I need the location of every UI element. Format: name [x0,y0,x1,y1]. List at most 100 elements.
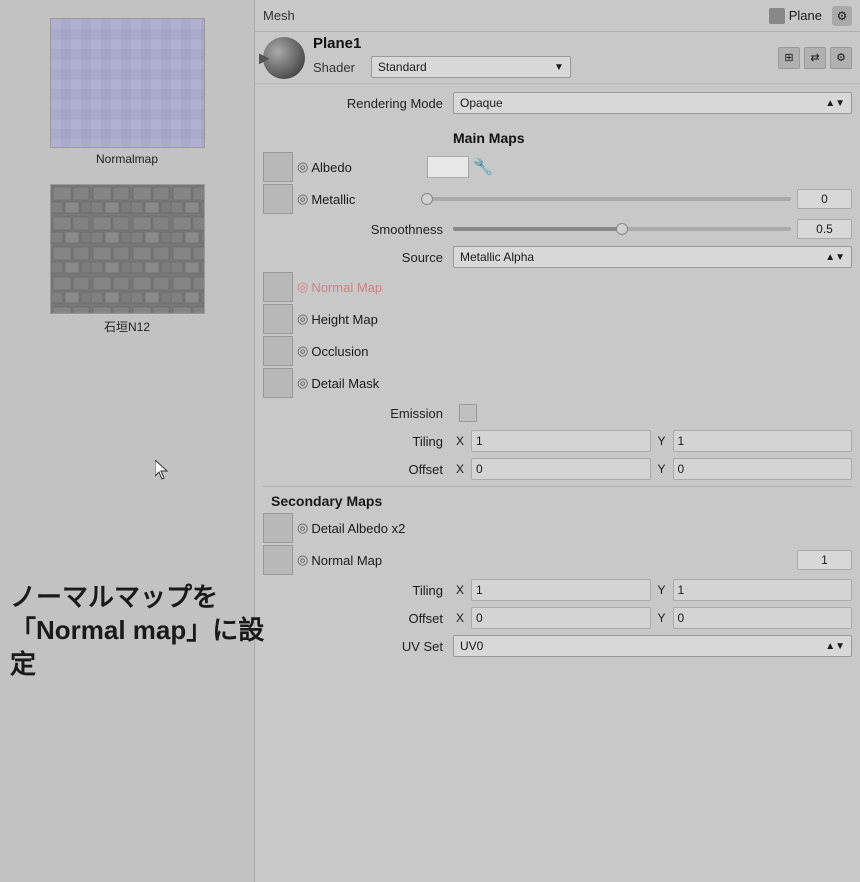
sec-detail-albedo-label: Detail Albedo x2 [311,521,405,536]
detail-mask-checkbox[interactable] [263,368,293,398]
occlusion-checkbox[interactable] [263,336,293,366]
metallic-slider-thumb[interactable] [421,193,433,205]
sec-tiling-xy-pair: X 1 Y 1 [453,579,852,601]
sec-normal-map-label-container: ◎ Normal Map [297,552,797,568]
rendering-mode-dropdown[interactable]: Opaque ▲▼ [453,92,852,114]
offset-x-input[interactable]: 0 [471,458,651,480]
sec-normal-map-label: Normal Map [311,553,382,568]
occlusion-label: Occlusion [311,344,368,359]
shader-row: Shader Standard ▼ [313,54,579,80]
sec-offset-x-label: X [453,611,467,625]
rendering-mode-label: Rendering Mode [263,96,453,111]
shader-dropdown-arrow: ▼ [554,62,564,73]
offset-xy-pair: X 0 Y 0 [453,458,852,480]
rendering-dropdown-arrow: ▲▼ [825,98,845,109]
secondary-maps-label: Secondary Maps [271,493,852,509]
albedo-row: ◎ Albedo 🔧 [263,152,852,182]
offset-y-label: Y [655,462,669,476]
annotation-overlay: ノーマルマップを 「Normal map」に設定 [0,581,290,682]
right-panel: Mesh Plane ⚙ ▶ Plane1 Shader Standard ▼ … [255,0,860,882]
sec-tiling-y-input[interactable]: 1 [673,579,853,601]
metallic-slider-track[interactable] [427,197,791,201]
shader-value: Standard [378,60,427,74]
albedo-label: Albedo [311,160,351,175]
detail-mask-row: ◎ Detail Mask [263,368,852,398]
height-map-checkbox[interactable] [263,304,293,334]
asset-stone[interactable]: 石垣N12 [47,184,207,335]
gear-button[interactable]: ⚙ [832,6,852,26]
normalmap-label: Normalmap [96,152,158,166]
offset-row: Offset X 0 Y 0 [263,456,852,482]
uv-set-label: UV Set [263,639,453,654]
stone-thumbnail[interactable] [50,184,205,314]
sec-offset-x-input[interactable]: 0 [471,607,651,629]
sec-normal-map-value[interactable]: 1 [797,550,852,570]
albedo-checkbox[interactable] [263,152,293,182]
shader-dropdown[interactable]: Standard ▼ [371,56,571,78]
sec-tiling-label: Tiling [263,583,453,598]
occlusion-label-container: ◎ Occlusion [297,343,447,359]
normal-map-checkbox[interactable] [263,272,293,302]
stone-svg [51,185,204,313]
sec-offset-row: Offset X 0 Y 0 [263,605,852,631]
annotation-line1: ノーマルマップを [10,581,290,615]
metallic-value[interactable]: 0 [797,189,852,209]
uv-set-row: UV Set UV0 ▲▼ [263,633,852,659]
plane-icon-btn-1[interactable]: ⊞ [778,47,800,69]
plane-icon-btn-3[interactable]: ⚙ [830,47,852,69]
smoothness-slider-thumb[interactable] [616,223,628,235]
collapse-arrow[interactable]: ▶ [259,49,270,66]
metallic-circle-icon: ◎ [297,191,308,207]
sec-normal-map-checkbox[interactable] [263,545,293,575]
source-value: Metallic Alpha [460,250,534,264]
eyedropper-icon[interactable]: 🔧 [473,157,493,177]
plane-icon-btn-2[interactable]: ⇄ [804,47,826,69]
tiling-y-input[interactable]: 1 [673,430,853,452]
height-map-label: Height Map [311,312,377,327]
shader-label: Shader [313,60,355,75]
sec-detail-albedo-circle-icon: ◎ [297,520,308,536]
metallic-map-label: ◎ Metallic [297,191,427,207]
emission-checkbox[interactable] [459,404,477,422]
detail-mask-label: Detail Mask [311,376,379,391]
sec-normal-map-circle-icon: ◎ [297,552,308,568]
left-panel: Normalmap 石垣N12 [0,0,255,882]
albedo-color-picker[interactable] [427,156,469,178]
offset-y-input[interactable]: 0 [673,458,853,480]
sec-detail-albedo-label-container: ◎ Detail Albedo x2 [297,520,405,536]
tiling-x-input[interactable]: 1 [471,430,651,452]
height-map-circle-icon: ◎ [297,311,308,327]
uv-set-value: UV0 [460,639,483,653]
sec-detail-albedo-row: ◎ Detail Albedo x2 [263,513,852,543]
metallic-slider-container: 0 [427,189,852,209]
source-dropdown[interactable]: Metallic Alpha ▲▼ [453,246,852,268]
tiling-x-label: X [453,434,467,448]
height-map-label-container: ◎ Height Map [297,311,447,327]
main-maps-label: Main Maps [453,130,525,146]
sec-tiling-y-label: Y [655,583,669,597]
sec-offset-y-input[interactable]: 0 [673,607,853,629]
tiling-y-label: Y [655,434,669,448]
asset-normalmap[interactable]: Normalmap [47,18,207,166]
sec-offset-xy-pair: X 0 Y 0 [453,607,852,629]
normalmap-thumbnail[interactable] [50,18,205,148]
section-divider [263,486,852,487]
metallic-checkbox[interactable] [263,184,293,214]
smoothness-slider-container: 0.5 [453,219,852,239]
sec-normal-map-row: ◎ Normal Map 1 [263,545,852,575]
smoothness-slider-track[interactable] [453,227,791,231]
mesh-icon [769,8,785,24]
smoothness-value[interactable]: 0.5 [797,219,852,239]
tiling-xy-pair: X 1 Y 1 [453,430,852,452]
normalmap-svg [51,19,204,147]
emission-label: Emission [263,406,453,421]
sec-tiling-x-input[interactable]: 1 [471,579,651,601]
sec-detail-albedo-checkbox[interactable] [263,513,293,543]
uv-set-dropdown[interactable]: UV0 ▲▼ [453,635,852,657]
normal-map-label: Normal Map [311,280,382,295]
smoothness-label: Smoothness [263,222,453,237]
smoothness-row: Smoothness 0.5 [263,216,852,242]
source-row: Source Metallic Alpha ▲▼ [263,244,852,270]
sec-tiling-x-label: X [453,583,467,597]
albedo-circle-icon: ◎ [297,159,308,175]
